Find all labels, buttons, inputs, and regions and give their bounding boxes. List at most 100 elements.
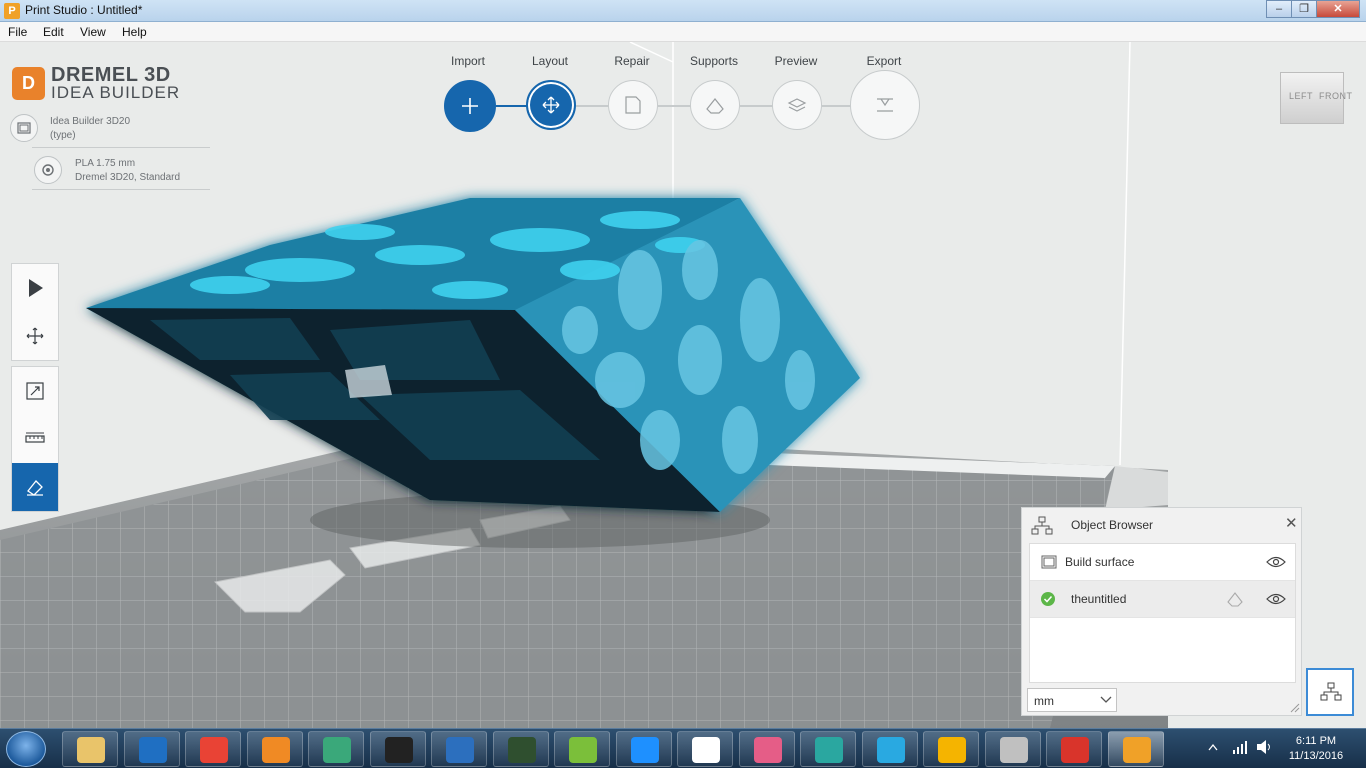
page-icon bbox=[625, 96, 641, 114]
scale-icon bbox=[26, 382, 44, 400]
theuntitled-label: theuntitled bbox=[1071, 592, 1127, 606]
lay-flat-tool-button[interactable] bbox=[12, 463, 58, 511]
taskbar-app-button[interactable] bbox=[1107, 731, 1164, 767]
typing-icon bbox=[446, 737, 474, 763]
hs-icon bbox=[569, 737, 597, 763]
taskbar-app-button[interactable] bbox=[308, 731, 364, 767]
step-label-repair: Repair bbox=[614, 54, 650, 68]
clock[interactable]: 6:11 PM 11/13/2016 bbox=[1282, 734, 1350, 764]
taskbar-app-button[interactable] bbox=[369, 731, 426, 767]
taskbar-app-button[interactable] bbox=[554, 731, 610, 767]
object-browser-toggle-button[interactable] bbox=[1306, 668, 1354, 716]
step-connector bbox=[576, 105, 610, 107]
object-browser-close-button[interactable]: ✕ bbox=[1285, 514, 1298, 532]
taskbar-app-button[interactable] bbox=[738, 731, 795, 767]
build-plate-edge bbox=[1105, 466, 1168, 510]
tray-arrow-icon[interactable] bbox=[1208, 743, 1218, 751]
view-cube[interactable]: LEFT FRONT bbox=[1280, 72, 1352, 124]
file-explorer-icon bbox=[77, 737, 105, 763]
taskbar-app-button[interactable] bbox=[1046, 731, 1102, 767]
maximize-button[interactable]: ❐ bbox=[1291, 0, 1317, 18]
material-label: PLA 1.75 mm bbox=[75, 158, 136, 169]
menu-file[interactable]: File bbox=[8, 25, 27, 39]
minimize-icon: ‒ bbox=[1275, 3, 1283, 15]
minimize-button[interactable]: ‒ bbox=[1266, 0, 1292, 18]
signal-icon[interactable] bbox=[1232, 740, 1248, 754]
close-button[interactable]: ✕ bbox=[1316, 0, 1360, 18]
paint-icon bbox=[999, 737, 1028, 763]
circle-app-icon bbox=[938, 737, 966, 763]
tree-app-icon bbox=[815, 737, 843, 763]
taskbar-app-button[interactable] bbox=[677, 731, 733, 767]
step-import-button[interactable] bbox=[444, 80, 496, 132]
step-preview-button[interactable] bbox=[772, 80, 822, 130]
list-item-theuntitled[interactable]: theuntitled bbox=[1030, 581, 1295, 618]
support-status-icon[interactable] bbox=[1226, 591, 1244, 607]
profile-label: Dremel 3D20, Standard bbox=[75, 172, 181, 183]
build-volume-edge bbox=[1119, 42, 1131, 466]
taskbar: 6:11 PM 11/13/2016 bbox=[0, 728, 1366, 768]
taskbar-app-button[interactable] bbox=[431, 731, 487, 767]
eye-icon[interactable] bbox=[1266, 592, 1286, 606]
step-label-export: Export bbox=[866, 54, 902, 68]
scale-tool-button[interactable] bbox=[12, 367, 58, 415]
measure-tool-button[interactable] bbox=[12, 415, 58, 463]
select-tool-button[interactable] bbox=[12, 264, 58, 312]
ki-icon bbox=[876, 737, 905, 763]
select-arrow-icon bbox=[29, 279, 43, 297]
taskbar-app-button[interactable] bbox=[984, 731, 1041, 767]
step-connector bbox=[822, 105, 852, 107]
taskbar-app-button[interactable] bbox=[615, 731, 672, 767]
menu-view[interactable]: View bbox=[80, 25, 106, 39]
list-item-build-surface[interactable]: Build surface bbox=[1030, 544, 1295, 581]
workflow-steps: Import Layout Repair Supports Preview Ex… bbox=[440, 52, 930, 144]
chevron-down-icon bbox=[1100, 696, 1112, 703]
menu-help[interactable]: Help bbox=[122, 25, 147, 39]
app-icon: P bbox=[4, 3, 20, 19]
step-supports-button[interactable] bbox=[690, 80, 740, 130]
vnc-icon bbox=[692, 737, 720, 763]
close-icon: ✕ bbox=[1333, 3, 1343, 15]
taskbar-app-button[interactable] bbox=[123, 731, 180, 767]
taskbar-app-button[interactable] bbox=[246, 731, 303, 767]
brand-product: IDEA BUILDER bbox=[51, 83, 181, 102]
move-icon bbox=[542, 96, 560, 114]
start-button[interactable] bbox=[6, 731, 46, 767]
object-browser-panel: Object Browser ✕ Build surface theuntitl… bbox=[1021, 507, 1302, 716]
move-tool-button[interactable] bbox=[12, 312, 58, 360]
measure-ruler-icon bbox=[25, 432, 45, 443]
taskbar-app-button[interactable] bbox=[492, 731, 549, 767]
resize-grip-icon[interactable] bbox=[1290, 703, 1300, 713]
taskbar-app-button[interactable] bbox=[861, 731, 918, 767]
model-highlight bbox=[345, 365, 392, 398]
step-layout-button[interactable] bbox=[526, 80, 576, 130]
sketchup-icon bbox=[1061, 737, 1089, 763]
object-list: Build surface theuntitled bbox=[1029, 543, 1296, 683]
step-connector bbox=[658, 105, 692, 107]
taskbar-app-button[interactable] bbox=[62, 731, 118, 767]
terminal-icon bbox=[507, 737, 536, 763]
step-repair-button[interactable] bbox=[608, 80, 658, 130]
step-label-supports: Supports bbox=[689, 54, 739, 68]
eye-icon[interactable] bbox=[1266, 555, 1286, 569]
cube-face-left[interactable]: LEFT bbox=[1289, 91, 1313, 101]
firefox-icon bbox=[261, 737, 290, 763]
unit-select[interactable]: mm bbox=[1027, 688, 1117, 712]
step-label-layout: Layout bbox=[531, 54, 569, 68]
outlook-icon bbox=[138, 737, 167, 763]
printer-icon[interactable] bbox=[10, 114, 38, 142]
step-export-button[interactable] bbox=[850, 70, 920, 140]
lay-flat-icon bbox=[27, 480, 43, 496]
taskbar-app-button[interactable] bbox=[800, 731, 856, 767]
chrome-icon bbox=[200, 737, 228, 763]
taskbar-app-button[interactable] bbox=[185, 731, 241, 767]
diamond-app-icon bbox=[753, 737, 782, 763]
cube-face-front[interactable]: FRONT bbox=[1319, 91, 1353, 101]
object-browser-title: Object Browser bbox=[1071, 518, 1154, 532]
settings-gear-icon[interactable] bbox=[34, 156, 62, 184]
menu-bar: File Edit View Help bbox=[0, 22, 1366, 42]
menu-edit[interactable]: Edit bbox=[43, 25, 64, 39]
taskbar-app-button[interactable] bbox=[923, 731, 979, 767]
volume-icon[interactable] bbox=[1255, 739, 1273, 755]
print-studio-icon bbox=[1122, 737, 1151, 763]
